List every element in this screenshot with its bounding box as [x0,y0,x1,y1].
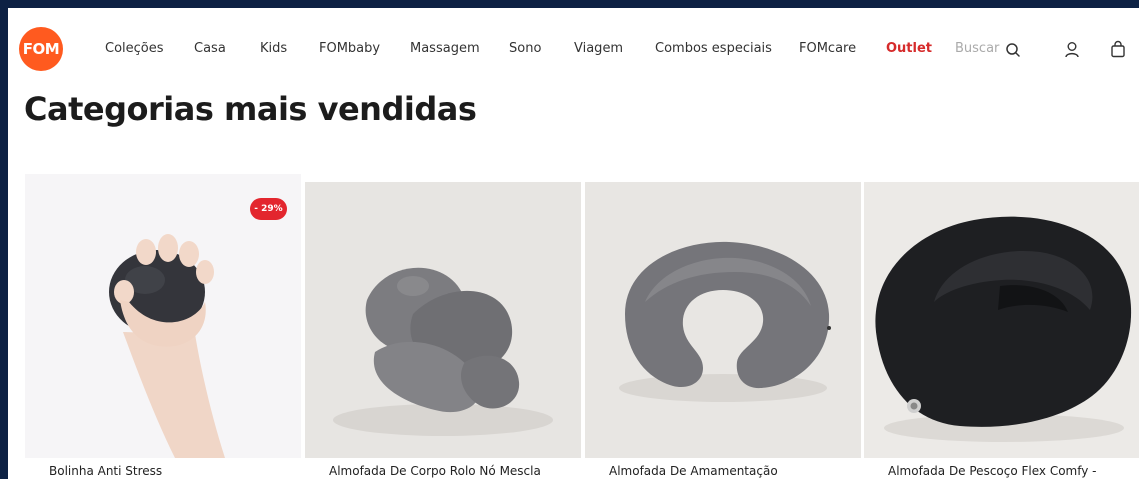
product-image [305,182,581,458]
nav-item-sono[interactable]: Sono [509,41,541,56]
search-icon[interactable] [1005,42,1021,58]
nav-item-viagem[interactable]: Viagem [574,41,623,56]
nav-item-kids[interactable]: Kids [260,41,287,56]
search-input[interactable]: Buscar [955,41,1003,56]
product-name: Bolinha Anti Stress [49,464,163,478]
nav-item-casa[interactable]: Casa [194,41,226,56]
product-card[interactable]: - 29% Bolinha Anti Stress [25,174,301,479]
shopping-bag-icon[interactable] [1110,40,1126,58]
browser-frame: FOM Coleções Casa Kids FOMbaby Massagem … [8,8,1139,479]
nav-item-combos-especiais[interactable]: Combos especiais [655,41,772,56]
nav-item-colecoes[interactable]: Coleções [105,41,164,56]
product-name: Almofada De Pescoço Flex Comfy - [888,464,1097,478]
nav-item-fombaby[interactable]: FOMbaby [319,41,380,56]
user-icon[interactable] [1064,41,1080,58]
product-name: Almofada De Corpo Rolo Nó Mescla [329,464,541,478]
site-header: FOM Coleções Casa Kids FOMbaby Massagem … [8,8,1139,90]
product-card[interactable]: Almofada De Corpo Rolo Nó Mescla [305,182,581,479]
nav-item-fomcare[interactable]: FOMcare [799,41,856,56]
discount-badge: - 29% [250,198,287,220]
product-name: Almofada De Amamentação [609,464,778,478]
product-image [585,182,861,458]
product-card[interactable]: Almofada De Amamentação [585,182,861,479]
nav-item-massagem[interactable]: Massagem [410,41,480,56]
product-image [864,182,1139,458]
nav-item-outlet[interactable]: Outlet [886,41,932,56]
fom-logo[interactable]: FOM [19,27,63,71]
page-title: Categorias mais vendidas [24,90,477,128]
product-card[interactable]: Almofada De Pescoço Flex Comfy - [864,182,1139,479]
